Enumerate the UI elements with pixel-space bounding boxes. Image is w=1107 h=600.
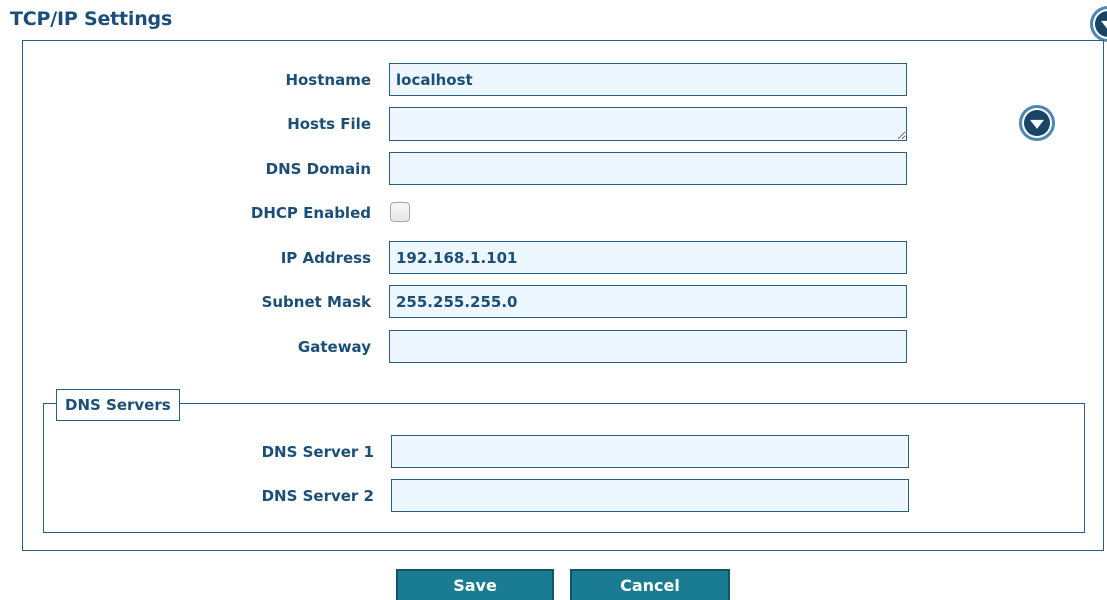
dns-server-2-label: DNS Server 2	[261, 487, 374, 505]
ip-address-label: IP Address	[280, 249, 371, 267]
dns-server-1-label: DNS Server 1	[261, 443, 374, 461]
hosts-file-label: Hosts File	[287, 115, 371, 133]
dhcp-enabled-label: DHCP Enabled	[250, 204, 371, 222]
page-title: TCP/IP Settings	[10, 8, 173, 30]
subnet-mask-label: Subnet Mask	[261, 293, 371, 311]
hosts-file-textarea[interactable]	[389, 107, 907, 141]
dns-server-2-input[interactable]	[391, 479, 909, 512]
section-collapse-chevron-down-icon[interactable]	[1090, 6, 1107, 42]
gateway-input[interactable]	[389, 330, 907, 363]
dns-domain-label: DNS Domain	[265, 160, 371, 178]
ip-address-input[interactable]	[389, 241, 907, 274]
subnet-mask-input[interactable]	[389, 285, 907, 318]
gateway-label: Gateway	[297, 338, 371, 356]
hostname-input[interactable]	[389, 63, 907, 96]
dns-servers-legend: DNS Servers	[56, 389, 180, 421]
hosts-file-expand-chevron-down-icon[interactable]	[1019, 105, 1055, 141]
dns-domain-input[interactable]	[389, 152, 907, 185]
cancel-button[interactable]: Cancel	[570, 569, 730, 600]
dns-server-1-input[interactable]	[391, 435, 909, 468]
dhcp-enabled-checkbox[interactable]	[390, 202, 410, 222]
dns-servers-fieldset	[43, 403, 1085, 533]
hostname-label: Hostname	[285, 71, 371, 89]
save-button[interactable]: Save	[396, 569, 554, 600]
